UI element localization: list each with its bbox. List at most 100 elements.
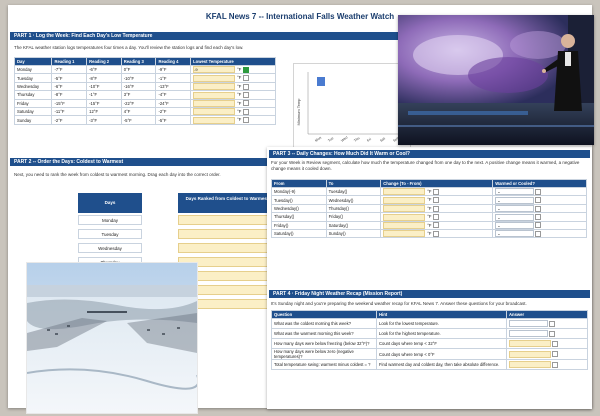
check-box-icon[interactable] [243,83,250,90]
part3-row: Wednesday() Thursday() °F ⌄ [271,203,587,214]
draggable-day-wednesday[interactable]: Wednesday [78,243,142,253]
day-label: Saturday [13,106,53,117]
warmed-cooled-select[interactable]: ⌄ [495,196,535,204]
rank-slot-3[interactable] [178,243,276,253]
lowest-temp-input[interactable] [193,116,236,124]
check-box-icon[interactable] [433,188,440,195]
hint-text: Count days where temp < 0°F [376,348,507,360]
reading-cell: -4°F [155,90,192,100]
check-box-icon[interactable] [535,197,542,204]
reading-cell: 3°F [120,90,157,100]
part4-header: PART 4 · Friday Night Weather Recap (Mis… [269,290,590,298]
chart-x-tick: Mon [314,136,322,143]
unit-label: °F [237,108,242,114]
part1-row: Saturday -11°F 12°F 4°F -2°F °F [13,106,276,117]
change-cell: °F [380,195,494,205]
change-cell: °F [380,220,494,230]
lowest-cell: °F [190,98,276,108]
check-box-icon[interactable] [243,117,250,124]
lowest-temp-input[interactable] [193,99,236,107]
to-day: Tuesday() [325,186,382,197]
reading-cell: -5°F [51,73,88,83]
change-input[interactable] [383,205,426,213]
reading-cell: -5°F [155,115,192,125]
lowest-temp-input[interactable] [193,74,236,82]
chart-x-tick: Sat [379,137,386,143]
change-cell: °F [380,186,494,197]
rank-slot-2[interactable] [178,229,276,239]
warmed-cell: ⌄ [492,220,587,230]
change-input[interactable] [383,196,426,204]
check-box-icon[interactable] [535,188,542,195]
reading-cell: -7°F [51,64,88,75]
check-box-icon[interactable] [535,205,542,212]
answer-input[interactable] [509,340,551,348]
change-input[interactable] [383,188,426,196]
check-box-icon[interactable] [243,75,250,82]
check-box-icon[interactable] [535,222,542,229]
days-column-header: Days [78,193,142,213]
warmed-cooled-select[interactable]: ⌄ [495,205,535,213]
col-r2: Reading 2 [86,57,122,66]
check-box-icon[interactable] [433,214,440,221]
check-box-icon[interactable] [433,205,440,212]
warmed-cooled-select[interactable]: ⌄ [495,221,535,229]
check-box-icon[interactable] [552,340,559,347]
reading-cell: -15°F [51,98,88,108]
unit-label: °F [237,92,242,98]
check-correct-icon[interactable] [243,66,250,73]
reading-cell: -1°F [155,73,192,83]
change-input[interactable] [383,221,426,229]
check-box-icon[interactable] [243,108,250,115]
reading-cell: -9°F [155,64,192,75]
check-box-icon[interactable] [549,330,556,337]
rank-slot-1[interactable] [178,215,276,225]
chart-x-tick: Wed [340,135,348,142]
answer-cell [506,318,588,329]
check-box-icon[interactable] [433,230,440,237]
check-box-icon[interactable] [535,214,542,221]
lowest-temp-input[interactable] [193,91,236,99]
check-box-icon[interactable] [243,92,250,99]
warmed-cooled-select[interactable]: ⌄ [495,188,535,196]
lowest-cell: °F [190,115,276,125]
answer-cell [506,338,588,349]
reading-cell: -8°F [51,90,88,100]
change-input[interactable] [383,230,426,238]
to-day: Saturday() [325,220,382,230]
lowest-temp-input[interactable]: -9 [193,66,236,74]
warmed-cell: ⌄ [492,228,587,239]
check-box-icon[interactable] [552,351,559,358]
change-cell: °F [380,228,494,239]
warmed-cooled-select[interactable]: ⌄ [495,213,535,221]
col-r3: Reading 3 [120,57,157,66]
change-input[interactable] [383,213,426,221]
warmed-cooled-select[interactable]: ⌄ [495,230,535,238]
weather-broadcast-photo [398,15,594,145]
to-day: Sunday() [325,228,382,239]
answer-input[interactable] [509,361,551,369]
canvas-background: KFAL News 7 -- International Falls Weath… [0,0,600,416]
part3-table: From To Change (To - From) Warmed or Coo… [271,179,587,239]
unit-label: °F [237,83,242,89]
draggable-day-monday[interactable]: Monday [78,215,142,225]
check-box-icon[interactable] [433,197,440,204]
lowest-temp-input[interactable] [193,108,236,116]
lowest-temp-input[interactable] [193,83,236,91]
part1-row: Wednesday -6°F -10°F -16°F -13°F °F [13,81,276,92]
check-box-icon[interactable] [433,222,440,229]
col-r1: Reading 1 [51,57,88,66]
check-box-icon[interactable] [535,230,542,237]
answer-select[interactable] [509,320,548,328]
check-box-icon[interactable] [552,361,559,368]
col-lowest: Lowest Temperature [190,57,276,66]
reading-cell: -1°F [86,90,122,100]
draggable-day-tuesday[interactable]: Tuesday [78,229,142,239]
check-box-icon[interactable] [549,320,556,327]
check-box-icon[interactable] [243,100,250,107]
day-label: Friday [13,98,53,108]
answer-input[interactable] [509,350,551,358]
reading-cell: -2°F [51,115,88,125]
answer-select[interactable] [509,330,548,338]
from-day: Wednesday() [271,203,327,214]
